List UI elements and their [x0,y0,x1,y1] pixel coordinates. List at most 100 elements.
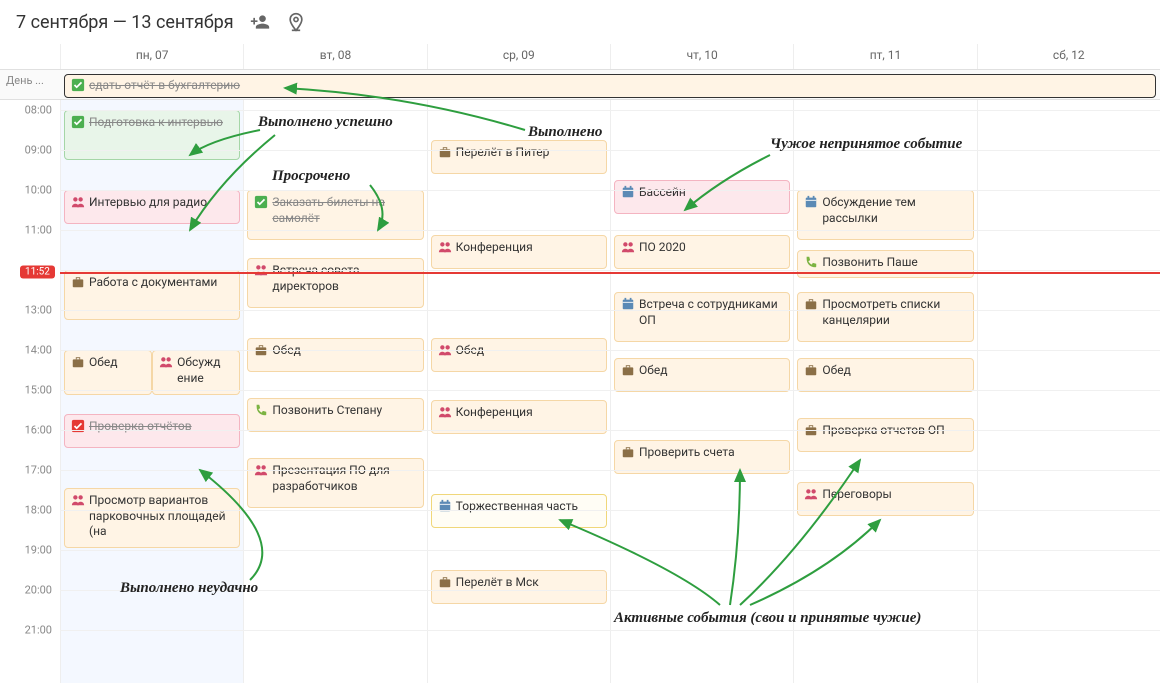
calendar-event[interactable]: Обед [614,358,790,392]
cal-icon [621,297,635,311]
day-col-wed[interactable]: Перелёт в Питер Конференция Обед Конференци… [427,100,610,683]
event-title: Конференция [456,240,600,256]
time-column: 08:0009:0010:0011:0012:0013:0014:0015:00… [0,100,60,683]
day-col-mon[interactable]: Подготовка к интервью Интервью для радио Р… [60,100,243,683]
event-title: Презентация ПО для разработчиков [272,463,416,494]
calendar-grid: пн, 07 вт, 08 ср, 09 чт, 10 пт, 11 сб, 1… [0,44,1160,683]
event-title: Перелёт в Питер [456,145,600,161]
time-label: 14:00 [25,344,52,357]
people-icon [621,240,635,254]
event-title: Встреча с сотрудниками ОП [639,297,783,328]
time-label: 21:00 [25,624,52,637]
time-label: 15:00 [25,384,52,397]
calendar-event[interactable]: Заказать билеты на самолёт [247,190,423,240]
people-icon [804,487,818,501]
calendar-event[interactable]: Работа с документами [64,270,240,320]
calendar-event[interactable]: Обед [797,358,973,392]
day-header[interactable]: ср, 09 [427,44,610,69]
event-title: Позвонить Степану [272,403,416,419]
calendar-event[interactable]: Перелёт в Питер [431,140,607,174]
phone-icon [804,255,818,269]
allday-label: День ... [0,70,60,99]
event-title: Работа с документами [89,275,233,291]
time-label: 16:00 [25,424,52,437]
brief-icon [804,297,818,311]
day-header[interactable]: сб, 12 [977,44,1160,69]
calendar-event[interactable]: Проверка отчетов ОП [797,418,973,452]
calendar-event[interactable]: Интервью для радио [64,190,240,224]
day-header[interactable]: пт, 11 [793,44,976,69]
day-header[interactable]: вт, 08 [243,44,426,69]
location-icon[interactable] [286,12,306,32]
brief-icon [438,145,452,159]
event-title: Бассейн [639,185,783,201]
calendar-event[interactable]: Обсужд ение [152,350,240,395]
event-title: Торжественная часть [456,499,600,515]
event-title: Просмотр вариантов парковочных площадей … [89,493,233,540]
grid-body: 08:0009:0010:0011:0012:0013:0014:0015:00… [0,100,1160,683]
brief-icon [804,363,818,377]
people-icon [71,195,85,209]
brief-icon [71,275,85,289]
event-title: Просмотреть списки канцелярии [822,297,966,328]
calendar-event[interactable]: Обед [431,338,607,372]
calendar-event[interactable]: Встреча с сотрудниками ОП [614,292,790,342]
phone-icon [254,403,268,417]
add-people-icon[interactable] [250,12,270,32]
event-title: Проверить счета [639,445,783,461]
calendar-event[interactable]: Просмотреть списки канцелярии [797,292,973,342]
calendar-event[interactable]: Проверить счета [614,440,790,474]
calendar-event[interactable]: Подготовка к интервью [64,110,240,160]
calendar-event[interactable]: Конференция [431,400,607,434]
header: 7 сентября — 13 сентября [0,0,1160,44]
allday-event[interactable]: сдать отчёт в бухгалтерию [64,74,1156,98]
event-title: Встреча совета директоров [272,263,416,294]
calendar-event[interactable]: Обед [247,338,423,372]
event-title: Проверка отчётов [89,419,233,435]
calendar-event[interactable]: Просмотр вариантов парковочных площадей … [64,488,240,548]
time-label: 10:00 [25,184,52,197]
calendar-event[interactable]: Обед [64,350,152,395]
day-col-tue[interactable]: Заказать билеты на самолёт Встреча совета… [243,100,426,683]
day-header[interactable]: чт, 10 [610,44,793,69]
event-title: Обед [822,363,966,379]
event-title: ПО 2020 [639,240,783,256]
event-title: Заказать билеты на самолёт [272,195,416,226]
day-header[interactable]: пн, 07 [60,44,243,69]
time-label: 08:00 [25,104,52,117]
day-col-thu[interactable]: Бассейн ПО 2020 Встреча с сотрудниками ОП О… [610,100,793,683]
event-title: Позвонить Паше [822,255,966,271]
calendar-event[interactable]: ПО 2020 [614,235,790,269]
event-title: Обсуждение тем рассылки [822,195,966,226]
people-icon [438,240,452,254]
calendar-event[interactable]: Бассейн [614,180,790,214]
calendar-event[interactable]: Торжественная часть [431,494,607,528]
check-icon [71,78,85,92]
event-title: Обед [89,355,145,371]
allday-row: День ... сдать отчёт в бухгалтерию [0,70,1160,100]
calendar-event[interactable]: Конференция [431,235,607,269]
now-time-badge: 11:52 [20,266,55,279]
calendar-event[interactable]: Проверка отчётов [64,414,240,448]
calendar-event[interactable]: Перелёт в Мск [431,570,607,604]
event-title: Обед [639,363,783,379]
time-label: 17:00 [25,464,52,477]
calendar-event[interactable]: Обсуждение тем рассылки [797,190,973,240]
time-label: 13:00 [25,304,52,317]
time-label: 11:00 [25,224,52,237]
time-label: 20:00 [25,584,52,597]
event-title: Интервью для радио [89,195,233,211]
brief-icon [621,363,635,377]
day-col-sat[interactable] [977,100,1160,683]
calendar-event[interactable]: Встреча совета директоров [247,258,423,308]
cal-icon [621,185,635,199]
people-icon [438,405,452,419]
brief-icon [621,445,635,459]
brief-icon [71,355,85,369]
brief-icon [438,575,452,589]
cal-icon [804,195,818,209]
calendar-event[interactable]: Презентация ПО для разработчиков [247,458,423,508]
event-title: сдать отчёт в бухгалтерию [89,78,1149,94]
day-col-fri[interactable]: Обсуждение тем рассылки Позвонить Паше Про… [793,100,976,683]
calendar-event[interactable]: Позвонить Степану [247,398,423,432]
